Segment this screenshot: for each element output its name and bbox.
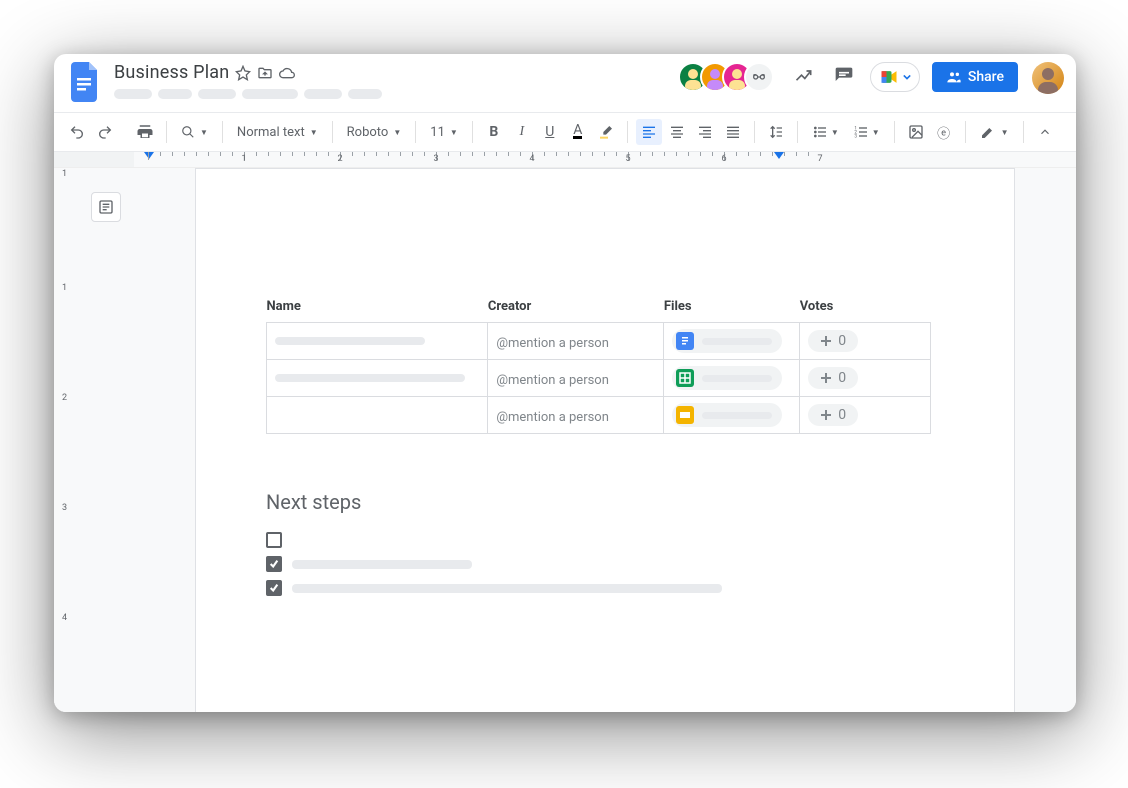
people-icon	[946, 69, 962, 85]
checklist-item[interactable]	[266, 580, 944, 596]
align-justify-button[interactable]	[720, 119, 746, 145]
style-dropdown[interactable]: Normal text▼	[231, 125, 324, 140]
comments-icon[interactable]	[830, 62, 858, 90]
undo-button[interactable]	[64, 119, 90, 145]
content-table[interactable]: NameCreatorFilesVotes @mention a person 0…	[266, 299, 931, 434]
table-row[interactable]: @mention a person 0	[267, 397, 931, 434]
menu-item[interactable]	[242, 89, 298, 99]
checkbox[interactable]	[266, 532, 282, 548]
svg-text:3: 3	[854, 133, 857, 139]
move-icon[interactable]	[257, 65, 273, 81]
outline-toggle-button[interactable]	[91, 192, 121, 222]
menu-item[interactable]	[198, 89, 236, 99]
italic-button[interactable]: I	[509, 119, 535, 145]
mention-placeholder[interactable]: @mention a person	[496, 373, 609, 388]
table-header: Votes	[800, 299, 931, 323]
document-page[interactable]: NameCreatorFilesVotes @mention a person 0…	[195, 168, 1015, 712]
zoom-dropdown[interactable]: ▼	[175, 125, 214, 139]
print-button[interactable]	[132, 119, 158, 145]
menu-item[interactable]	[158, 89, 192, 99]
bullet-list-button[interactable]: ▼	[806, 124, 845, 140]
file-chip[interactable]	[672, 329, 782, 353]
font-dropdown[interactable]: Roboto▼	[341, 125, 408, 140]
editing-mode-button[interactable]: ▼	[974, 124, 1015, 140]
checklist-item[interactable]	[266, 556, 944, 572]
table-header: Creator	[488, 299, 664, 323]
redo-button[interactable]	[92, 119, 118, 145]
insert-link-button[interactable]: ⓔ	[931, 119, 957, 145]
line-spacing-button[interactable]	[763, 119, 789, 145]
activity-icon[interactable]	[790, 62, 818, 90]
vote-chip[interactable]: 0	[808, 330, 858, 352]
title-column: Business Plan	[114, 62, 382, 99]
account-avatar[interactable]	[1032, 62, 1064, 94]
align-right-button[interactable]	[692, 119, 718, 145]
mention-placeholder[interactable]: @mention a person	[496, 410, 609, 425]
text-color-button[interactable]: A	[565, 119, 591, 145]
menu-bar[interactable]	[114, 89, 382, 99]
docs-logo[interactable]	[66, 62, 106, 102]
checklist-item[interactable]	[266, 532, 944, 548]
align-center-button[interactable]	[664, 119, 690, 145]
table-row[interactable]: @mention a person 0	[267, 360, 931, 397]
document-title[interactable]: Business Plan	[114, 62, 229, 83]
mention-placeholder[interactable]: @mention a person	[496, 336, 609, 351]
share-button[interactable]: Share	[932, 62, 1018, 92]
chevron-down-icon	[903, 73, 911, 81]
align-left-button[interactable]	[636, 119, 662, 145]
collapse-toolbar-button[interactable]	[1032, 119, 1058, 145]
bold-button[interactable]: B	[481, 119, 507, 145]
numbered-list-button[interactable]: 123▼	[847, 124, 886, 140]
menu-item[interactable]	[114, 89, 152, 99]
docs-window: Business Plan Share	[54, 54, 1076, 712]
vote-chip[interactable]: 0	[808, 404, 858, 426]
presence-avatars[interactable]	[678, 62, 774, 92]
menu-item[interactable]	[304, 89, 342, 99]
star-icon[interactable]	[235, 65, 251, 81]
highlight-button[interactable]	[593, 119, 619, 145]
table-header: Name	[267, 299, 488, 323]
anonymous-avatar[interactable]	[744, 62, 774, 92]
meet-button[interactable]	[870, 62, 920, 92]
table-row[interactable]: @mention a person 0	[267, 323, 931, 360]
horizontal-ruler[interactable]: 1234567	[54, 152, 1076, 168]
vertical-ruler[interactable]: 12341	[54, 168, 78, 712]
underline-button[interactable]: U	[537, 119, 563, 145]
right-margin-marker[interactable]	[774, 152, 784, 159]
title-bar: Business Plan Share	[54, 54, 1076, 112]
fontsize-dropdown[interactable]: 11▼	[424, 125, 464, 140]
format-toolbar: ▼ Normal text▼ Roboto▼ 11▼ B I U A ▼ 123…	[54, 112, 1076, 152]
table-header: Files	[664, 299, 800, 323]
canvas-area: 12341 NameCreatorFilesVotes @mention a p…	[54, 168, 1076, 712]
section-heading[interactable]: Next steps	[266, 490, 944, 514]
vote-chip[interactable]: 0	[808, 367, 858, 389]
checkbox[interactable]	[266, 580, 282, 596]
menu-item[interactable]	[348, 89, 382, 99]
cloud-saved-icon[interactable]	[279, 65, 295, 81]
share-label: Share	[968, 69, 1004, 85]
file-chip[interactable]	[672, 366, 782, 390]
insert-image-button[interactable]	[903, 119, 929, 145]
checkbox[interactable]	[266, 556, 282, 572]
left-margin-marker[interactable]	[144, 152, 154, 159]
file-chip[interactable]	[672, 403, 782, 427]
